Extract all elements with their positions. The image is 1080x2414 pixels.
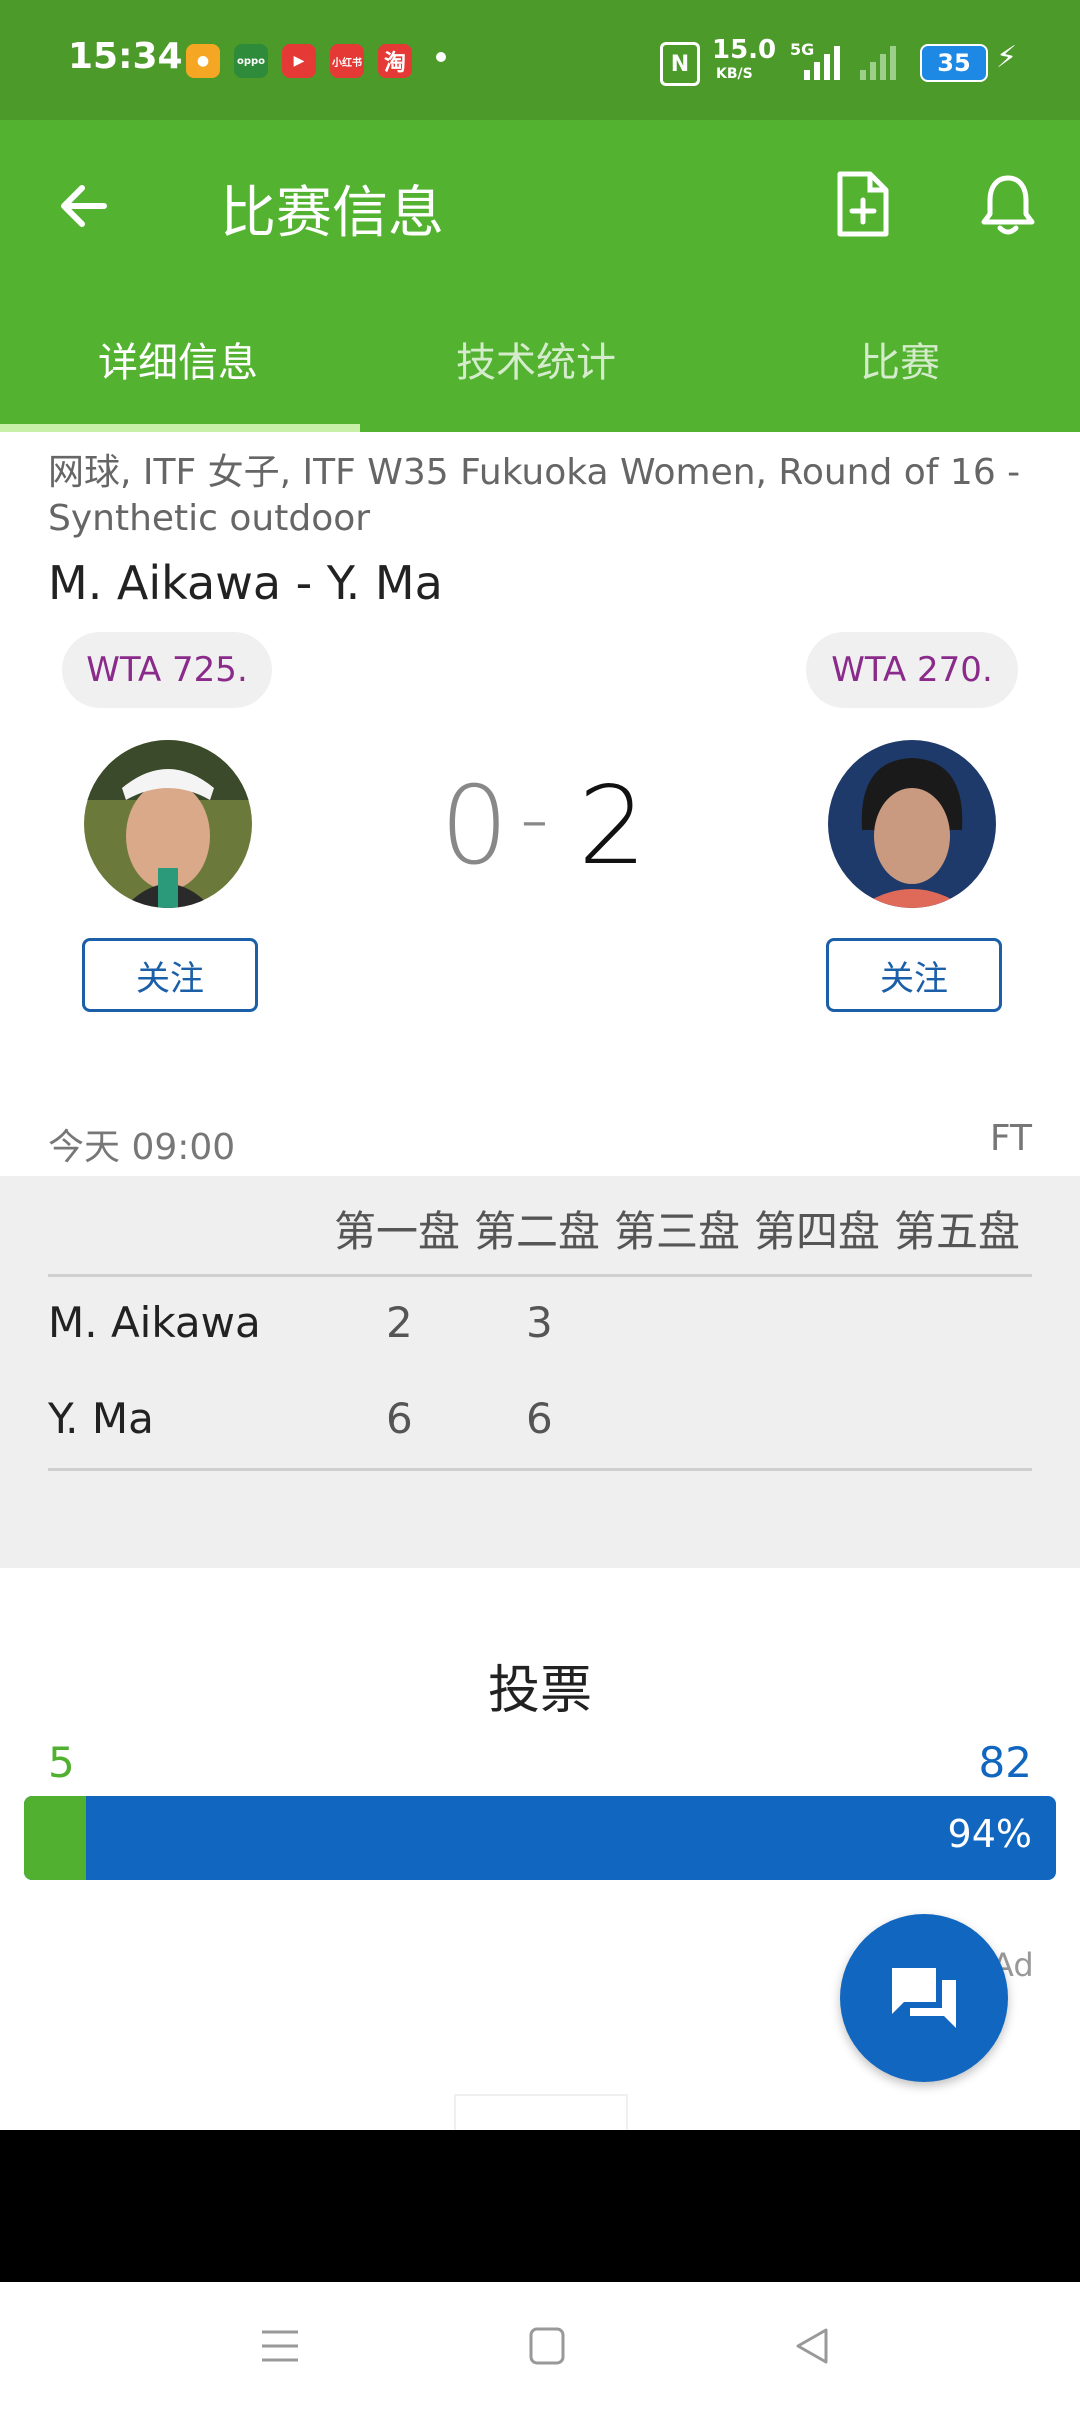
- vote-bar[interactable]: 94%: [24, 1796, 1056, 1880]
- battery-icon: 35: [920, 44, 988, 82]
- tab-indicator: [0, 424, 360, 432]
- set-header-1: 第一盘: [334, 1207, 461, 1256]
- nfc-icon: N: [660, 42, 700, 86]
- oppo-icon: oppo: [234, 44, 268, 78]
- tab-details[interactable]: 详细信息: [98, 330, 258, 388]
- set-header-4: 第四盘: [754, 1207, 881, 1256]
- net-speed-unit: KB/S: [716, 66, 753, 82]
- vote-bar-home-fill: [24, 1796, 86, 1880]
- chat-fab-button[interactable]: [840, 1914, 1008, 2082]
- score-separator: -: [520, 772, 549, 865]
- match-status: FT: [989, 1118, 1032, 1159]
- status-bar: 15:34 ● oppo ▶ 小红书 淘 N 15.0 KB/S 5G 35 ⚡: [0, 0, 1080, 120]
- back-arrow-icon[interactable]: [54, 176, 114, 236]
- away-rank-badge: WTA 270.: [806, 632, 1018, 708]
- home-rank-badge: WTA 725.: [62, 632, 272, 708]
- set-header-3: 第三盘: [614, 1207, 741, 1256]
- set-score-cell: 6: [386, 1394, 413, 1443]
- tab-match[interactable]: 比赛: [860, 330, 940, 388]
- page-title: 比赛信息: [220, 181, 444, 246]
- follow-away-button[interactable]: 关注: [826, 938, 1002, 1012]
- set-score-cell: 2: [386, 1298, 413, 1347]
- bell-icon[interactable]: [978, 172, 1038, 236]
- vote-title: 投票: [487, 1661, 592, 1721]
- tab-stats[interactable]: 技术统计: [456, 330, 616, 388]
- weibo-icon: ●: [186, 44, 220, 78]
- score-away: 2: [578, 764, 647, 889]
- home-player-avatar[interactable]: [84, 740, 252, 908]
- set-header-5: 第五盘: [894, 1207, 1021, 1256]
- menu-icon[interactable]: [260, 2326, 300, 2366]
- taobao-icon: 淘: [378, 44, 412, 78]
- more-notifications-dot: [436, 52, 446, 62]
- home-icon[interactable]: [528, 2326, 566, 2366]
- set-row-player-name: Y. Ma: [48, 1394, 154, 1443]
- video-icon: ▶: [282, 44, 316, 78]
- signal-icon: [804, 46, 840, 80]
- away-player-avatar[interactable]: [828, 740, 996, 908]
- signal-icon-secondary: [860, 46, 896, 80]
- score-home: 0: [440, 764, 509, 889]
- set-score-cell: 3: [526, 1298, 553, 1347]
- vote-away-count: 82: [978, 1738, 1032, 1787]
- black-region: [0, 2130, 1080, 2282]
- set-score-cell: 6: [526, 1394, 553, 1443]
- table-divider: [48, 1274, 1032, 1277]
- vote-home-count: 5: [48, 1738, 75, 1787]
- vote-away-percent: 94%: [947, 1812, 1032, 1856]
- net-speed-value: 15.0: [712, 35, 777, 65]
- table-divider: [48, 1468, 1032, 1471]
- add-document-icon[interactable]: [834, 170, 890, 238]
- chat-icon: [892, 1968, 956, 2028]
- xiaohongshu-icon: 小红书: [330, 44, 364, 78]
- status-time: 15:34: [68, 36, 183, 77]
- follow-home-button[interactable]: 关注: [82, 938, 258, 1012]
- match-datetime: 今天 09:00: [48, 1127, 236, 1168]
- charging-icon: ⚡: [996, 40, 1018, 75]
- match-title: M. Aikawa - Y. Ma: [48, 556, 443, 610]
- set-row-player-name: M. Aikawa: [48, 1298, 261, 1347]
- match-info: 网球, ITF 女子, ITF W35 Fukuoka Women, Round…: [48, 452, 1021, 539]
- back-nav-icon[interactable]: [792, 2326, 832, 2366]
- set-header-2: 第二盘: [474, 1207, 601, 1256]
